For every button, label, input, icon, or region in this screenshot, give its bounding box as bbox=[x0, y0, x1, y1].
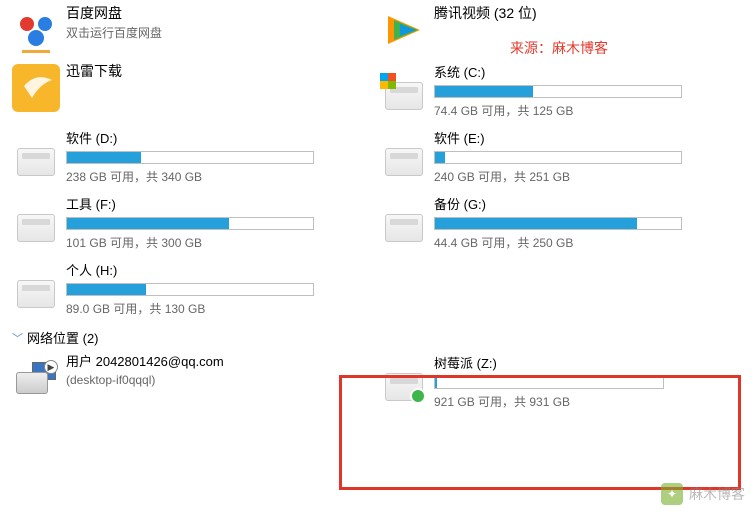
drive-title: 备份 (G:) bbox=[434, 194, 740, 213]
wechat-icon: ✦ bbox=[661, 483, 683, 505]
drive-usage: 238 GB 可用，共 340 GB bbox=[66, 168, 372, 185]
xunlei-icon bbox=[12, 64, 60, 112]
usage-bar bbox=[66, 217, 314, 230]
hdd-icon bbox=[12, 270, 60, 318]
usage-bar bbox=[66, 283, 314, 296]
hdd-icon bbox=[12, 204, 60, 252]
section-network-locations[interactable]: ﹀ 网络位置 (2) bbox=[10, 324, 755, 351]
drive-c[interactable]: 系统 (C:) 74.4 GB 可用，共 125 GB bbox=[376, 60, 744, 126]
drive-usage: 44.4 GB 可用，共 250 GB bbox=[434, 234, 740, 251]
drive-d[interactable]: 软件 (D:) 238 GB 可用，共 340 GB bbox=[8, 126, 376, 192]
drive-usage: 240 GB 可用，共 251 GB bbox=[434, 168, 740, 185]
network-user-line1: 用户 2042801426@qq.com bbox=[66, 353, 372, 371]
drive-usage: 89.0 GB 可用，共 130 GB bbox=[66, 300, 372, 317]
drive-title: 个人 (H:) bbox=[66, 260, 372, 279]
drive-e[interactable]: 软件 (E:) 240 GB 可用，共 251 GB bbox=[376, 126, 744, 192]
drive-title: 树莓派 (Z:) bbox=[434, 353, 740, 372]
tencent-video-icon bbox=[380, 6, 428, 54]
drive-h[interactable]: 个人 (H:) 89.0 GB 可用，共 130 GB bbox=[8, 258, 376, 324]
hdd-icon bbox=[380, 204, 428, 252]
usage-bar bbox=[66, 151, 314, 164]
app-title: 腾讯视频 (32 位) bbox=[434, 4, 740, 22]
usage-bar bbox=[434, 85, 682, 98]
hdd-windows-icon bbox=[380, 72, 428, 120]
drive-title: 系统 (C:) bbox=[434, 62, 740, 81]
hdd-icon bbox=[12, 138, 60, 186]
app-subtitle: 双击运行百度网盘 bbox=[66, 24, 372, 41]
usage-bar bbox=[434, 217, 682, 230]
network-user-line2: (desktop-if0qqql) bbox=[66, 373, 372, 387]
network-drive-icon bbox=[380, 363, 428, 411]
drive-z[interactable]: 树莓派 (Z:) 921 GB 可用，共 931 GB bbox=[376, 351, 744, 417]
hdd-icon bbox=[380, 138, 428, 186]
media-server-icon: ▶ bbox=[12, 355, 60, 403]
baidu-netdisk-icon bbox=[12, 6, 60, 54]
drive-title: 软件 (D:) bbox=[66, 128, 372, 147]
drive-title: 软件 (E:) bbox=[434, 128, 740, 147]
app-title: 百度网盘 bbox=[66, 4, 372, 22]
app-xunlei-download[interactable]: 迅雷下载 bbox=[8, 60, 376, 126]
network-user-share[interactable]: ▶ 用户 2042801426@qq.com (desktop-if0qqql) bbox=[8, 351, 376, 417]
app-baidu-netdisk[interactable]: 百度网盘 双击运行百度网盘 bbox=[8, 2, 376, 60]
source-attribution: 来源：麻木博客 bbox=[510, 38, 608, 58]
app-title: 迅雷下载 bbox=[66, 62, 372, 80]
section-label: 网络位置 (2) bbox=[27, 328, 99, 347]
drive-title: 工具 (F:) bbox=[66, 194, 372, 213]
usage-bar bbox=[434, 151, 682, 164]
drive-usage: 921 GB 可用，共 931 GB bbox=[434, 393, 740, 410]
drive-usage: 101 GB 可用，共 300 GB bbox=[66, 234, 372, 251]
watermark: ✦ 麻木博客 bbox=[661, 483, 745, 505]
chevron-down-icon: ﹀ bbox=[12, 330, 23, 346]
drive-g[interactable]: 备份 (G:) 44.4 GB 可用，共 250 GB bbox=[376, 192, 744, 258]
usage-bar bbox=[434, 376, 664, 389]
drive-usage: 74.4 GB 可用，共 125 GB bbox=[434, 102, 740, 119]
watermark-text: 麻木博客 bbox=[689, 484, 745, 504]
drive-f[interactable]: 工具 (F:) 101 GB 可用，共 300 GB bbox=[8, 192, 376, 258]
